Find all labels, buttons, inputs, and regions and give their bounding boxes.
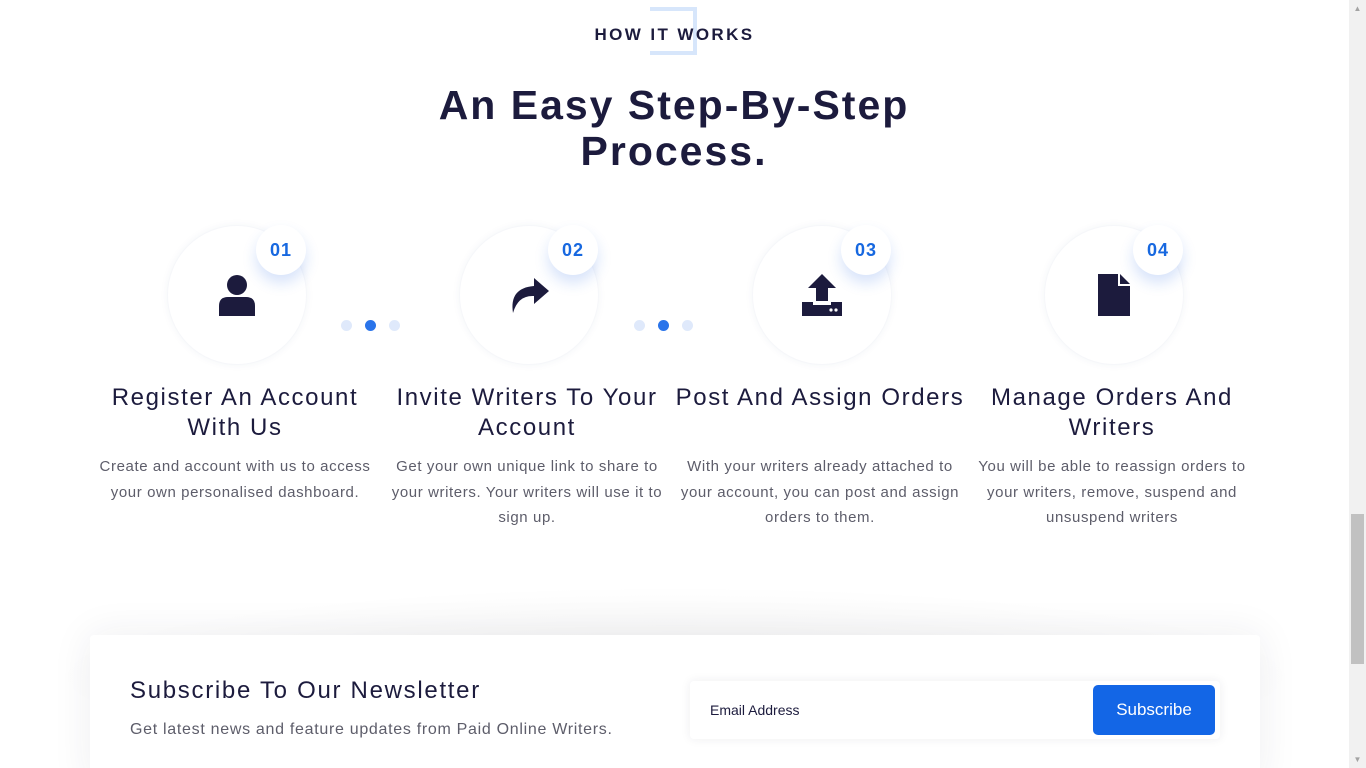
page-scrollbar[interactable]: ▲ ▼ [1349,0,1366,768]
step-title: Post And Assign Orders [675,384,965,411]
step-description: Get your own unique link to share to you… [391,458,663,526]
newsletter-card: Subscribe To Our Newsletter Get latest n… [90,635,1260,768]
step-number-badge: 04 [1133,225,1183,275]
connector-dot-active [658,320,669,331]
connector-dot [682,320,693,331]
newsletter-form: Subscribe [690,681,1220,739]
step-connector-dots [634,320,693,331]
subscribe-button[interactable]: Subscribe [1093,685,1215,735]
connector-dot-active [365,320,376,331]
newsletter-subtitle: Get latest news and feature updates from… [130,721,613,738]
step-number-badge: 01 [256,225,306,275]
connector-dot [341,320,352,331]
step-number-badge: 02 [548,225,598,275]
section-headline: An Easy Step-By-Step Process. [438,82,910,174]
step-title: Invite Writers To Your Account [396,384,658,441]
scrollbar-thumb[interactable] [1351,514,1364,664]
step-connector-dots [341,320,400,331]
step-number-badge: 03 [841,225,891,275]
newsletter-title: Subscribe To Our Newsletter [130,677,481,704]
step-title: Register An Account With Us [111,384,359,441]
scroll-down-arrow-icon[interactable]: ▼ [1349,751,1366,768]
step-description: You will be able to reassign orders to y… [978,458,1246,526]
section-eyebrow: HOW IT WORKS [594,25,755,44]
connector-dot [389,320,400,331]
step-title: Manage Orders And Writers [991,384,1233,441]
connector-dot [634,320,645,331]
email-input[interactable] [690,681,1090,739]
scroll-up-arrow-icon[interactable]: ▲ [1349,0,1366,17]
step-description: With your writers already attached to yo… [680,458,960,526]
page: HOW IT WORKS An Easy Step-By-Step Proces… [0,0,1349,768]
step-description: Create and account with us to access you… [99,458,371,501]
